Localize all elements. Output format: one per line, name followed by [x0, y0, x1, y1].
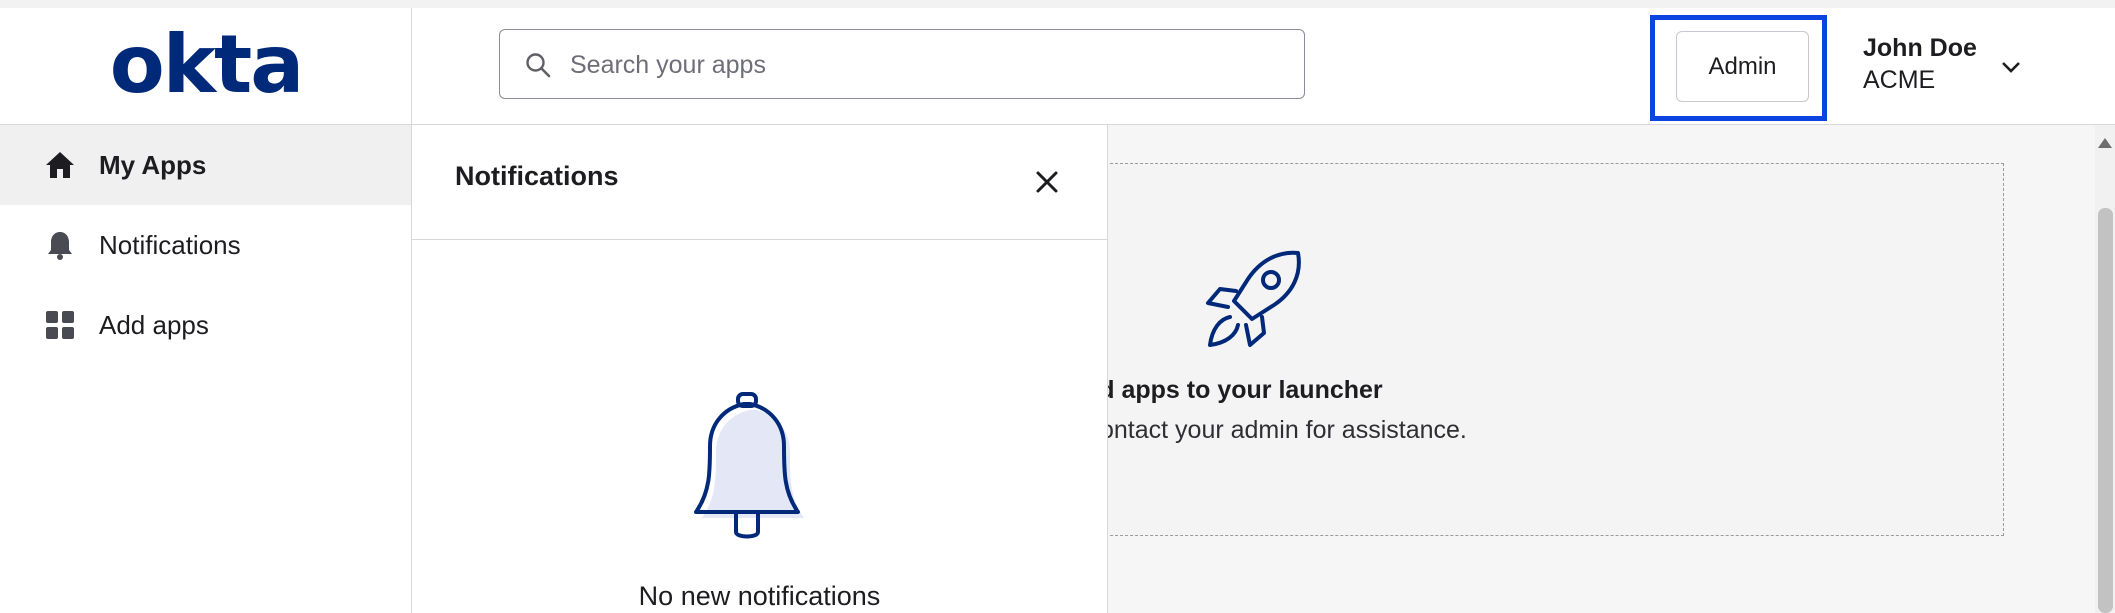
sidebar-item-label: Add apps [99, 309, 209, 340]
scrollbar-thumb[interactable] [2098, 208, 2113, 613]
user-org: ACME [1863, 66, 1936, 94]
sidebar-item-my-apps[interactable]: My Apps [0, 125, 411, 205]
sidebar-item-add-apps[interactable]: Add apps [0, 285, 411, 365]
bell-icon [44, 229, 76, 261]
okta-logo[interactable]: okta [0, 8, 412, 124]
rocket-icon [1190, 245, 1310, 365]
home-icon [44, 149, 76, 181]
user-name: John Doe [1863, 34, 1977, 62]
grid-icon [44, 309, 76, 341]
notifications-title: Notifications [455, 161, 619, 191]
no-notifications-text: No new notifications [638, 581, 881, 611]
sidebar-item-label: My Apps [99, 149, 207, 180]
bell-icon [678, 390, 828, 565]
search-box[interactable] [499, 29, 1305, 100]
close-icon[interactable] [1034, 169, 1060, 200]
search-icon [525, 52, 551, 83]
empty-state-subtitle: ontact your admin for assistance. [1100, 416, 1467, 444]
notifications-header: Notifications [412, 125, 1107, 240]
window-top-strip [0, 0, 2115, 8]
header: okta Admin John Doe ACME [0, 8, 2115, 125]
scroll-up-arrow-icon[interactable] [2096, 136, 2114, 155]
empty-state-title: dd apps to your launcher [1084, 376, 1383, 404]
chevron-down-icon[interactable] [2000, 60, 2022, 79]
search-input[interactable] [568, 30, 1272, 100]
sidebar: My Apps Notifications Add apps [0, 125, 412, 613]
sidebar-item-notifications[interactable]: Notifications [0, 205, 411, 285]
user-menu[interactable]: John Doe ACME [1863, 32, 1977, 96]
notifications-panel: Notifications No new notifications [412, 125, 1108, 613]
logo-text: okta [109, 26, 301, 106]
sidebar-item-label: Notifications [99, 229, 241, 260]
admin-button[interactable]: Admin [1676, 31, 1809, 102]
